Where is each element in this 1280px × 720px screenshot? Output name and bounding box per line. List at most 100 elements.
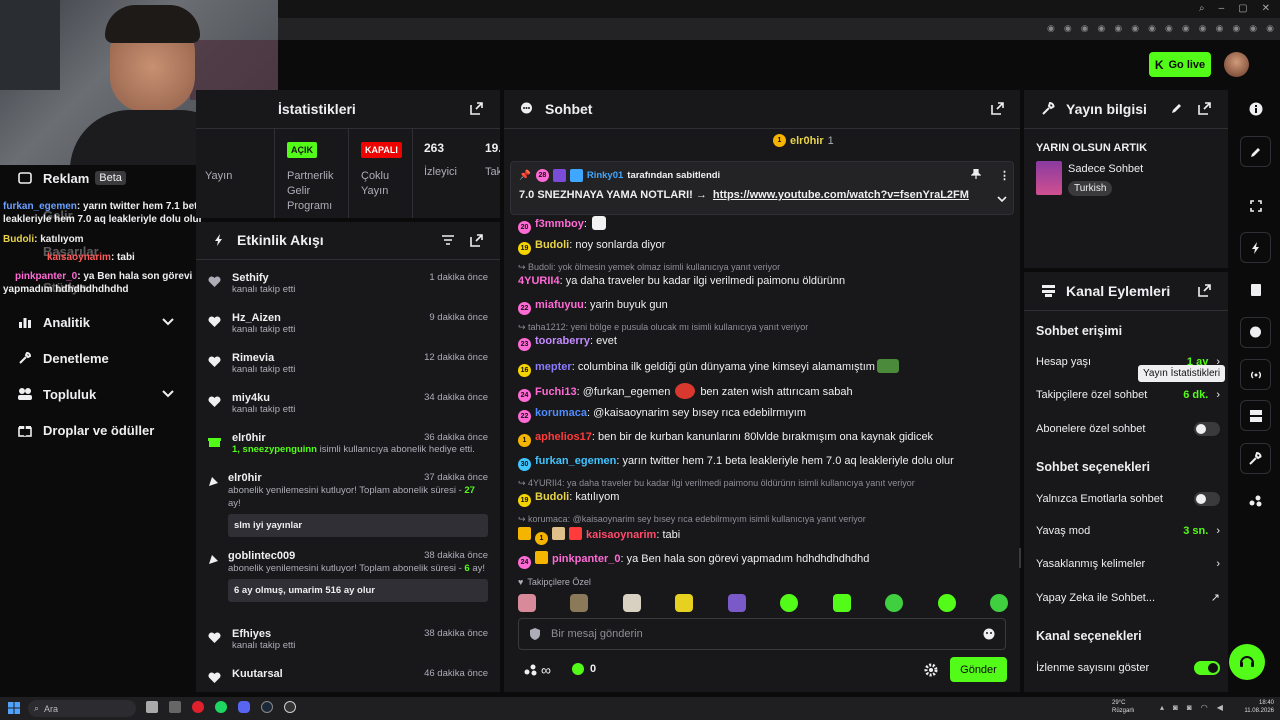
emote-button[interactable] [727,594,746,612]
lightning-icon[interactable] [1240,232,1271,263]
app-icon[interactable] [169,701,181,713]
emote-button[interactable] [570,594,589,612]
volume-icon[interactable]: ◀ [1217,703,1223,712]
chat-username[interactable]: 4YURII4 [518,275,560,287]
discord-icon[interactable] [238,701,250,713]
tray-icon[interactable]: ▴ [1160,703,1164,712]
send-button[interactable]: Gönder [950,657,1007,682]
tray-icon[interactable]: ◙ [1187,703,1192,712]
fullscreen-icon[interactable] [1240,190,1271,221]
extension-icon[interactable]: ◉ [1182,23,1190,34]
settings-gear-icon[interactable] [924,663,938,677]
edit-icon[interactable] [1240,136,1271,167]
extension-icon[interactable]: ◉ [1098,23,1106,34]
windows-start-icon[interactable] [8,702,20,714]
extension-icon[interactable]: ◉ [1114,23,1122,34]
edit-icon[interactable] [1171,102,1183,114]
weather-widget[interactable]: 29°C Rüzgarlı [1112,699,1134,715]
chat-username[interactable]: furkan_egemen [535,455,616,467]
spotify-icon[interactable] [215,701,227,713]
extension-icon[interactable]: ◉ [1266,23,1274,34]
file-explorer-icon[interactable] [146,701,158,713]
slow-mode-row[interactable]: Yavaş mod 3 sn. › [1036,525,1220,537]
emote-button[interactable] [832,594,851,612]
wrench-icon[interactable] [1240,443,1271,474]
ai-chat-row[interactable]: Yapay Zeka ile Sohbet... ↗ [1036,591,1220,605]
extension-icon[interactable]: ◉ [1131,23,1139,34]
extension-icon[interactable]: ◉ [1081,23,1089,34]
close-icon[interactable]: ✕ [1262,3,1270,14]
popout-icon[interactable] [470,234,483,247]
chevron-down-icon[interactable] [160,313,176,329]
filter-icon[interactable] [442,235,454,245]
maximize-icon[interactable]: ▢ [1238,3,1247,14]
clock[interactable]: 18:40 11.08.2026 [1238,699,1274,715]
document-icon[interactable] [1240,274,1271,305]
more-icon[interactable]: ⋮ [999,169,1010,182]
popout-icon[interactable] [1198,102,1211,115]
popout-icon[interactable] [991,102,1004,115]
chevron-down-icon[interactable] [160,385,176,401]
chat-username[interactable]: korumaca [535,407,587,419]
channel-points[interactable]: ∞ [524,662,551,678]
emote-button[interactable] [937,594,956,612]
subs-chat-toggle[interactable] [1194,422,1220,436]
chat-input[interactable]: Bir mesaj gönderin [518,618,1006,650]
user-avatar[interactable] [1224,52,1249,77]
extension-icon[interactable]: ◉ [1047,23,1055,34]
steam-icon[interactable] [261,701,273,713]
extension-icon[interactable]: ◉ [1199,23,1207,34]
sidebar-item-reklam[interactable]: Reklam Beta [16,169,126,187]
sidebar-item-topluluk[interactable]: Topluluk [16,385,96,403]
pinned-link[interactable]: https://www.youtube.com/watch?v=fsenYraL… [713,189,969,201]
minimize-icon[interactable]: – [1219,3,1225,14]
banned-words-row[interactable]: Yasaklanmış kelimeler › [1036,558,1220,570]
popout-icon[interactable] [1198,284,1211,297]
chat-username[interactable]: pinkpanter_0 [552,553,620,565]
broadcast-icon[interactable] [1240,359,1271,390]
chat-username[interactable]: tooraberry [535,335,590,347]
obs-icon[interactable] [284,701,296,713]
extension-icon[interactable]: ◉ [1216,23,1224,34]
category-name[interactable]: Sadece Sohbet [1068,163,1143,175]
chat-bubble-icon[interactable] [1240,317,1271,348]
extension-icon[interactable]: ◉ [1148,23,1156,34]
chevron-down-icon[interactable] [997,195,1007,203]
chat-username[interactable]: kaisaoynarim [586,529,656,541]
emote-button[interactable] [518,594,536,612]
kick-coins[interactable]: 0 [572,663,596,675]
taskbar-search[interactable]: ⌕ Ara [28,700,136,717]
info-icon[interactable] [1240,93,1271,124]
extension-icon[interactable]: ◉ [1064,23,1072,34]
points-icon[interactable] [1240,485,1271,516]
sidebar-item-denetleme[interactable]: Denetleme [16,349,109,367]
chat-scrollbar[interactable] [1019,548,1021,568]
wifi-icon[interactable]: ◠ [1201,703,1208,712]
emote-only-toggle[interactable] [1194,492,1220,506]
emote-button[interactable] [675,594,694,612]
popout-icon[interactable] [470,102,483,115]
emote-button[interactable] [989,594,1008,612]
chat-username[interactable]: aphelios17 [535,431,592,443]
chat-username[interactable]: Budoli [535,239,569,251]
show-views-toggle[interactable] [1194,661,1220,675]
chat-username[interactable]: Fuchi13 [535,386,577,398]
extension-icon[interactable]: ◉ [1232,23,1240,34]
sidebar-item-analitik[interactable]: Analitik [16,313,90,331]
emote-button[interactable] [885,594,904,612]
emoji-icon[interactable] [983,628,995,640]
opera-icon[interactable] [192,701,204,713]
go-live-button[interactable]: K Go live [1149,52,1211,77]
tray-icon[interactable]: ◙ [1173,703,1178,712]
search-icon[interactable]: ⌕ [1199,3,1205,14]
sidebar-item-droplar[interactable]: Droplar ve ödüller [16,421,154,439]
support-button[interactable] [1229,644,1265,680]
chat-username[interactable]: Budoli [535,491,569,503]
unpin-icon[interactable] [971,169,981,179]
chat-username[interactable]: mepter [535,361,572,373]
extension-icon[interactable]: ◉ [1165,23,1173,34]
chat-username[interactable]: miafuyuu [535,299,584,311]
layout-icon[interactable] [1240,400,1271,431]
extension-icon[interactable]: ◉ [1249,23,1257,34]
emote-button[interactable] [780,594,799,612]
